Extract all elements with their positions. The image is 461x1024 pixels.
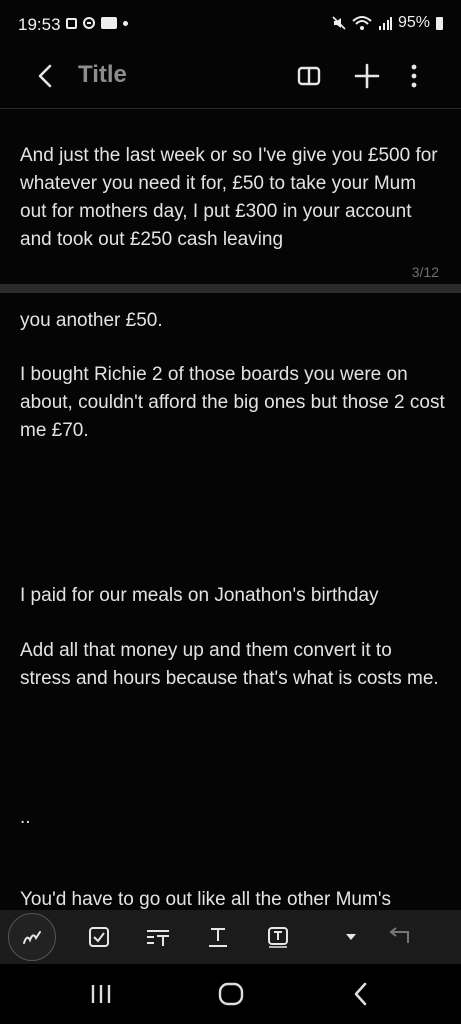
note-paragraph: You'd have to go out like all the other … (20, 889, 391, 910)
mute-icon (332, 16, 346, 30)
note-paragraph: .. (20, 807, 31, 828)
system-status: 95% (332, 14, 443, 32)
book-icon[interactable] (293, 60, 325, 92)
do-not-disturb-icon (83, 17, 95, 29)
text-format-button[interactable] (141, 920, 175, 954)
battery-icon (436, 16, 443, 30)
note-body-section[interactable]: You'd have to go out like all the other … (20, 886, 445, 910)
wifi-icon (352, 16, 372, 30)
note-paragraph: I paid for our meals on Jonathon's birth… (20, 585, 379, 606)
undo-icon (389, 927, 409, 943)
note-paragraph: And just the last week or so I've give y… (20, 145, 438, 250)
note-paragraph: you another £50. (20, 310, 163, 331)
checkbox-icon (89, 927, 109, 947)
text-format-icon (147, 930, 169, 946)
note-body-section[interactable]: Add all that money up and them convert i… (20, 637, 445, 693)
signal-icon (378, 17, 392, 30)
notification-icons (66, 17, 128, 29)
back-arrow-icon[interactable] (32, 62, 60, 90)
dropdown-button[interactable] (334, 920, 368, 954)
more-notifications-icon (123, 20, 128, 26)
back-nav-icon[interactable] (346, 979, 376, 1009)
page-divider (0, 284, 461, 293)
checkbox-button[interactable] (82, 920, 116, 954)
status-bar: 19:53 95% (0, 0, 461, 50)
dropdown-icon (346, 934, 356, 940)
undo-button[interactable] (382, 920, 416, 954)
more-vert-icon[interactable] (398, 60, 430, 92)
note-paragraph: Add all that money up and them convert i… (20, 640, 439, 689)
note-title[interactable]: Title (78, 61, 127, 89)
plus-icon[interactable] (351, 60, 383, 92)
home-icon[interactable] (216, 979, 246, 1009)
text-style-icon (209, 928, 227, 947)
app-bar: Title (0, 50, 461, 109)
note-paragraph: I bought Richie 2 of those boards you we… (20, 364, 445, 441)
text-style-button[interactable] (201, 920, 235, 954)
note-body-page-4[interactable]: you another £50. (20, 307, 445, 335)
notification-app-icon (66, 17, 77, 29)
battery-percent: 95% (397, 14, 430, 31)
recent-apps-icon[interactable] (86, 979, 116, 1009)
note-body-page-3[interactable]: And just the last week or so I've give y… (20, 142, 445, 254)
system-nav-bar (0, 964, 461, 1024)
text-box-button[interactable] (261, 920, 295, 954)
editing-toolbar (0, 910, 461, 964)
page-indicator: 3/12 (411, 264, 439, 280)
note-body-section[interactable]: I paid for our meals on Jonathon's birth… (20, 582, 445, 610)
notification-badge-icon (101, 17, 117, 29)
note-body-section[interactable]: .. (20, 804, 445, 832)
pen-button[interactable] (8, 913, 56, 961)
status-time: 19:53 (18, 15, 61, 34)
note-body-section[interactable]: I bought Richie 2 of those boards you we… (20, 361, 445, 445)
text-box-icon (268, 927, 288, 948)
pen-icon (23, 931, 41, 944)
